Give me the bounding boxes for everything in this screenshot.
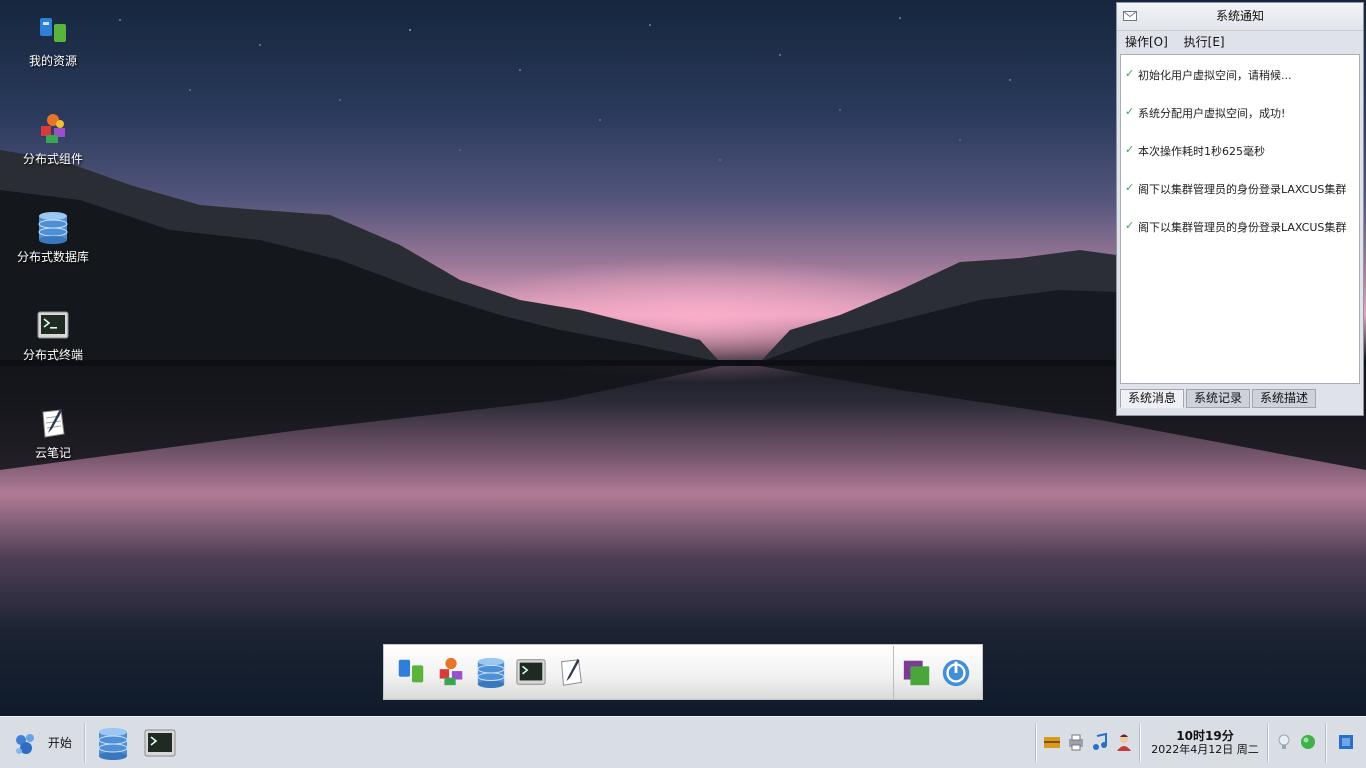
dock-my-resources-icon[interactable] xyxy=(395,656,427,688)
desktop-icon-distributed-component[interactable]: 分布式组件 xyxy=(8,112,98,167)
start-icon xyxy=(16,733,34,754)
desktop-icon-label: 云笔记 xyxy=(34,446,71,460)
menu-execute[interactable]: 执行[E] xyxy=(1184,35,1225,49)
taskbar-separator xyxy=(1139,723,1141,763)
distributed-terminal-icon xyxy=(37,311,69,339)
check-icon: ✓ xyxy=(1125,67,1135,80)
list-item: ✓ 阁下以集群管理员的身份登录LAXCUS集群 xyxy=(1121,207,1359,245)
notification-tabs: 系统消息 系统记录 系统描述 xyxy=(1120,389,1318,408)
taskbar-separator xyxy=(1267,723,1269,763)
system-notification-window[interactable]: 系统通知 操作[O] 执行[E] ✓ 初始化用户虚拟空间，请稍候... ✓ 系统分配… xyxy=(1116,2,1364,416)
start-button[interactable]: 开始 xyxy=(12,727,72,759)
music-icon[interactable] xyxy=(1091,733,1109,751)
dock-cloud-note-icon[interactable] xyxy=(555,656,587,688)
desktop-icon-cloud-note[interactable]: 云笔记 xyxy=(8,406,98,461)
list-item: ✓ 系统分配用户虚拟空间，成功! xyxy=(1121,93,1359,131)
tab-system-description[interactable]: 系统描述 xyxy=(1252,389,1317,408)
window-title: 系统通知 xyxy=(1215,9,1264,23)
distributed-component-icon xyxy=(41,114,65,143)
power-icon[interactable] xyxy=(940,656,972,688)
printer-icon[interactable] xyxy=(1067,733,1085,751)
dock-distributed-terminal-icon[interactable] xyxy=(515,656,547,688)
check-icon: ✓ xyxy=(1125,219,1135,232)
task-distributed-terminal-icon[interactable] xyxy=(143,726,177,760)
lightbulb-icon[interactable] xyxy=(1275,733,1293,751)
distributed-database-icon xyxy=(38,212,68,244)
dock-distributed-component-icon[interactable] xyxy=(435,656,467,688)
desktop-icon-label: 分布式组件 xyxy=(22,152,83,166)
clock[interactable]: 10时19分 2022年4月12日 周二 xyxy=(1143,729,1267,757)
desktop-icon-distributed-terminal[interactable]: 分布式终端 xyxy=(8,308,98,363)
list-item: ✓ 本次操作耗时1秒625毫秒 xyxy=(1121,131,1359,169)
task-distributed-database-icon[interactable] xyxy=(96,726,130,760)
desktop-icon-label: 分布式终端 xyxy=(22,348,83,362)
dock-distributed-database-icon[interactable] xyxy=(475,656,507,688)
check-icon: ✓ xyxy=(1125,143,1135,156)
cloud-note-icon xyxy=(42,409,65,438)
message-list[interactable]: ✓ 初始化用户虚拟空间，请稍候... ✓ 系统分配用户虚拟空间，成功! ✓ 本次操作耗… xyxy=(1120,54,1360,384)
taskbar: 开始 10时19分 2022年4月12日 周二 xyxy=(0,716,1366,768)
tab-system-records[interactable]: 系统记录 xyxy=(1186,389,1251,408)
tab-system-messages[interactable]: 系统消息 xyxy=(1120,389,1185,408)
window-menubar: 操作[O] 执行[E] xyxy=(1117,31,1363,53)
mail-icon xyxy=(1123,11,1137,21)
check-icon: ✓ xyxy=(1125,181,1135,194)
menu-operate[interactable]: 操作[O] xyxy=(1125,35,1168,49)
my-resources-icon xyxy=(40,18,66,42)
storage-icon[interactable] xyxy=(1043,733,1061,751)
list-item: ✓ 阁下以集群管理员的身份登录LAXCUS集群 xyxy=(1121,169,1359,207)
user-icon[interactable] xyxy=(1115,733,1133,751)
start-label: 开始 xyxy=(47,736,72,750)
desktop-icon-distributed-database[interactable]: 分布式数据库 xyxy=(8,210,98,265)
clock-date: 2022年4月12日 周二 xyxy=(1151,743,1259,756)
taskbar-separator xyxy=(84,723,86,763)
online-status-icon[interactable] xyxy=(1299,733,1317,751)
window-titlebar[interactable]: 系统通知 xyxy=(1117,3,1363,31)
desktop-icon-my-resources[interactable]: 我的资源 xyxy=(8,14,98,69)
taskbar-separator xyxy=(1325,723,1327,763)
desktop-icon-label: 我的资源 xyxy=(28,54,77,68)
dock-separator xyxy=(893,646,894,700)
show-desktop-icon[interactable] xyxy=(1337,733,1355,751)
clock-time: 10时19分 xyxy=(1176,729,1234,743)
switch-window-icon[interactable] xyxy=(901,656,933,688)
taskbar-separator xyxy=(1035,723,1037,763)
desktop-icon-label: 分布式数据库 xyxy=(16,250,89,264)
dock xyxy=(383,644,983,700)
list-item: ✓ 初始化用户虚拟空间，请稍候... xyxy=(1121,55,1359,93)
check-icon: ✓ xyxy=(1125,105,1135,118)
